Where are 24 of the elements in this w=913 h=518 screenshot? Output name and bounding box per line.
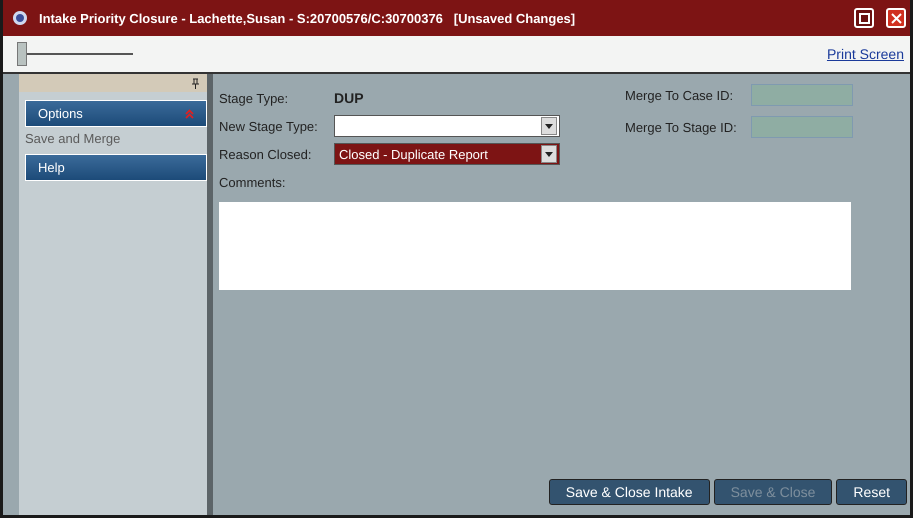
sidebar-section-header[interactable]: Help xyxy=(25,154,207,181)
field-label: Merge To Stage ID: xyxy=(625,120,738,134)
close-icon xyxy=(890,12,902,24)
maximize-icon xyxy=(858,12,870,24)
print-screen-link[interactable]: Print Screen xyxy=(826,46,904,62)
sidebar-link[interactable]: Save and Merge xyxy=(19,127,207,146)
field-label: Reason Closed: xyxy=(219,146,312,162)
field-label: New Stage Type: xyxy=(219,118,319,134)
app-logo-icon xyxy=(13,11,27,25)
field-label: Comments: xyxy=(219,174,286,190)
action-button[interactable]: Save & Close Intake xyxy=(548,479,710,505)
field-label: Stage Type: xyxy=(219,90,290,106)
action-button[interactable]: Reset xyxy=(836,479,907,505)
sidebar-section-header[interactable]: Options xyxy=(25,100,207,127)
new-stage-type-dropdown[interactable] xyxy=(334,115,560,137)
field-label: Merge To Case ID: xyxy=(625,88,734,102)
maximize-button[interactable] xyxy=(854,8,874,28)
window-title: Intake Priority Closure - Lachette,Susan - S:20700576/C:30700376 [Unsaved Changes] xyxy=(39,10,576,26)
close-button[interactable] xyxy=(886,8,906,28)
reason-closed-dropdown[interactable]: Closed - Duplicate Report xyxy=(334,143,560,165)
stage-type-value: DUP xyxy=(334,90,364,106)
slider-thumb[interactable] xyxy=(17,42,27,66)
pin-icon[interactable] xyxy=(192,78,199,88)
comments-field[interactable] xyxy=(219,202,851,290)
